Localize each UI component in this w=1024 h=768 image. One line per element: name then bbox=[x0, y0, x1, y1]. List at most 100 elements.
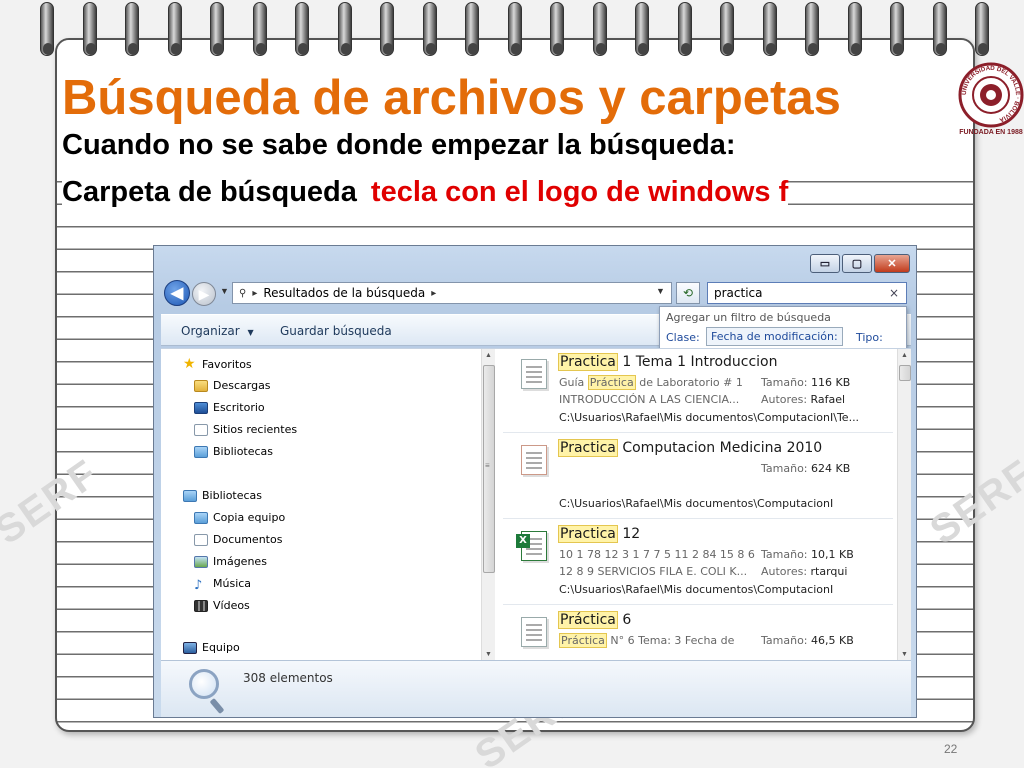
nav-item-downloads[interactable]: Descargas bbox=[194, 379, 271, 392]
results-scrollbar[interactable]: ▲ ▼ bbox=[897, 349, 911, 661]
spiral-ring bbox=[422, 2, 437, 56]
nav-item-label: Bibliotecas bbox=[213, 445, 274, 458]
nav-item-favorites[interactable]: ★ Favoritos bbox=[183, 357, 252, 371]
search-input[interactable]: practica × bbox=[707, 282, 907, 304]
spiral-ring bbox=[550, 2, 564, 56]
clear-search-icon[interactable]: × bbox=[889, 286, 899, 300]
magnifier-icon bbox=[189, 669, 219, 699]
libraries-icon bbox=[194, 445, 208, 458]
document-icon bbox=[521, 445, 547, 475]
filter-popup-header: Agregar un filtro de búsqueda bbox=[666, 311, 831, 324]
chevron-down-icon: ▼ bbox=[247, 328, 254, 337]
result-path: C:\Usuarios\Rafael\Mis documentos\Comput… bbox=[559, 583, 834, 596]
result-path: C:\Usuarios\Rafael\Mis documentos\Comput… bbox=[559, 497, 834, 510]
spiral-ring bbox=[125, 2, 139, 56]
nav-item-libraries-favorite[interactable]: Bibliotecas bbox=[194, 445, 273, 458]
document-icon bbox=[521, 617, 547, 647]
filter-type-link[interactable]: Tipo: bbox=[856, 331, 883, 344]
snippet-text: N° 6 Tema: 3 Fecha de bbox=[606, 634, 735, 647]
spiral-ring bbox=[507, 2, 522, 56]
result-title[interactable]: Practica Computacion Medicina 2010 bbox=[558, 439, 823, 457]
snippet-text: Guía bbox=[559, 376, 588, 389]
spiral-ring bbox=[762, 2, 777, 56]
spiral-ring bbox=[337, 2, 352, 56]
result-snippet: Guía Práctica de Laboratorio # 1 bbox=[559, 375, 743, 390]
scroll-up-icon[interactable]: ▲ bbox=[901, 352, 908, 359]
list-item[interactable]: Practica 12 10 1 78 12 3 1 7 7 5 11 2 84… bbox=[503, 521, 893, 605]
size-value: 624 KB bbox=[811, 462, 851, 475]
nav-item-pictures[interactable]: Imágenes bbox=[194, 555, 267, 568]
minimize-button[interactable]: ▭ bbox=[810, 254, 840, 273]
spiral-ring bbox=[295, 2, 309, 56]
breadcrumb-chevron-icon[interactable]: ▸ bbox=[431, 288, 436, 299]
organize-menu-button[interactable]: Organizar ▼ bbox=[181, 324, 254, 338]
list-item[interactable]: Practica Computacion Medicina 2010 Tamañ… bbox=[503, 435, 893, 519]
nav-item-computer[interactable]: Equipo bbox=[183, 641, 240, 654]
scroll-thumb[interactable] bbox=[899, 365, 911, 381]
nav-item-desktop[interactable]: Escritorio bbox=[194, 401, 265, 414]
size-value: 116 KB bbox=[811, 376, 851, 389]
nav-item-label: Descargas bbox=[213, 379, 271, 392]
result-snippet-2: INTRODUCCIÓN A LAS CIENCIA... bbox=[559, 393, 740, 406]
result-title[interactable]: Practica 12 bbox=[558, 525, 640, 543]
breadcrumb-search-results[interactable]: Resultados de la búsqueda bbox=[263, 286, 425, 300]
result-title-rest: Computacion Medicina 2010 bbox=[617, 440, 823, 456]
spiral-ring bbox=[592, 2, 607, 56]
explorer-content: ★ Favoritos Descargas Escritorio Sitios … bbox=[161, 348, 911, 661]
breadcrumb-separator-icon[interactable]: ▸ bbox=[252, 288, 257, 299]
filter-date-modified-link[interactable]: Fecha de modificación: bbox=[706, 327, 843, 346]
scroll-down-icon[interactable]: ▼ bbox=[485, 651, 492, 658]
resize-grip-icon[interactable]: ≡ bbox=[485, 461, 490, 470]
navigation-pane-scrollbar[interactable]: ▲ ≡ ▼ bbox=[481, 349, 495, 661]
nav-item-copy[interactable]: Copia equipo bbox=[194, 511, 285, 524]
scroll-down-icon[interactable]: ▼ bbox=[901, 651, 908, 658]
address-bar[interactable]: ⚲ ▸ Resultados de la búsqueda ▸ bbox=[232, 282, 672, 304]
page-number: 22 bbox=[944, 742, 958, 756]
result-size: Tamaño: 624 KB bbox=[761, 462, 850, 475]
spiral-ring bbox=[465, 2, 479, 56]
authors-label: Autores: bbox=[761, 393, 811, 406]
spiral-ring bbox=[677, 2, 692, 56]
nav-item-videos[interactable]: Vídeos bbox=[194, 599, 250, 612]
size-value: 46,5 KB bbox=[811, 634, 854, 647]
nav-item-music[interactable]: ♪ Música bbox=[194, 577, 251, 593]
save-search-button[interactable]: Guardar búsqueda bbox=[280, 324, 392, 338]
slide-title: Búsqueda de archivos y carpetas bbox=[62, 71, 841, 125]
result-authors: Autores: Rafael bbox=[761, 393, 845, 406]
nav-item-libraries[interactable]: Bibliotecas bbox=[183, 489, 262, 502]
refresh-button[interactable]: ⟲ bbox=[676, 282, 700, 304]
forward-button[interactable]: ▶ bbox=[192, 282, 216, 306]
result-size: Tamaño: 10,1 KB bbox=[761, 548, 854, 561]
history-dropdown-icon[interactable]: ▼ bbox=[220, 286, 229, 296]
maximize-button[interactable]: ▢ bbox=[842, 254, 872, 273]
address-dropdown-icon[interactable]: ▼ bbox=[656, 286, 665, 296]
explorer-window: ▭ ▢ ✕ ◀ ▶ ▼ ⚲ ▸ Resultados de la búsqued… bbox=[153, 245, 917, 718]
result-title[interactable]: Práctica 6 bbox=[558, 611, 631, 629]
item-count: 308 elementos bbox=[243, 671, 333, 685]
back-button[interactable]: ◀ bbox=[164, 280, 190, 306]
nav-item-label: Escritorio bbox=[213, 401, 265, 414]
list-item[interactable]: Practica 1 Tema 1 Introduccion Guía Prác… bbox=[503, 349, 893, 433]
spiral-ring bbox=[635, 2, 649, 56]
result-title[interactable]: Practica 1 Tema 1 Introduccion bbox=[558, 353, 778, 371]
window-caption-buttons: ▭ ▢ ✕ bbox=[810, 254, 910, 273]
nav-item-documents[interactable]: Documentos bbox=[194, 533, 282, 546]
pictures-icon bbox=[194, 555, 208, 568]
nav-item-label: Equipo bbox=[202, 641, 240, 654]
list-item[interactable]: Práctica 6 Práctica N° 6 Tema: 3 Fecha d… bbox=[503, 607, 893, 661]
result-title-rest: 1 Tema 1 Introduccion bbox=[617, 354, 778, 370]
search-highlight: Práctica bbox=[587, 375, 636, 390]
document-icon bbox=[521, 359, 547, 389]
close-button[interactable]: ✕ bbox=[874, 254, 910, 273]
size-label: Tamaño: bbox=[761, 634, 811, 647]
library-folder-icon bbox=[194, 511, 208, 524]
spiral-ring bbox=[720, 2, 734, 56]
snippet-text: de Laboratorio # 1 bbox=[635, 376, 743, 389]
desktop-icon bbox=[194, 401, 208, 414]
documents-icon bbox=[194, 533, 208, 546]
filter-kind-link[interactable]: Clase: bbox=[666, 331, 700, 344]
nav-item-recent-places[interactable]: Sitios recientes bbox=[194, 423, 297, 436]
navigation-pane: ★ Favoritos Descargas Escritorio Sitios … bbox=[161, 349, 495, 661]
star-icon: ★ bbox=[183, 356, 196, 372]
scroll-up-icon[interactable]: ▲ bbox=[485, 352, 492, 359]
